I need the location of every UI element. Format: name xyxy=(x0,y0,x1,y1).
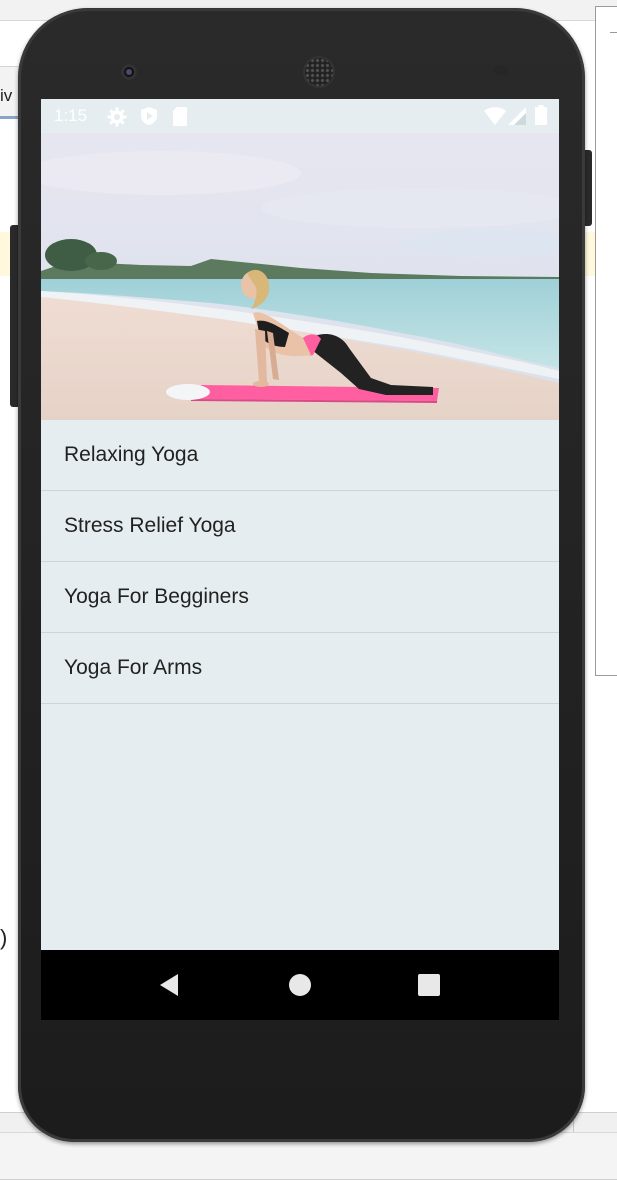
sd-card-icon xyxy=(173,107,187,126)
proximity-sensor xyxy=(494,65,508,75)
list-item-label: Stress Relief Yoga xyxy=(64,514,236,537)
wifi-icon xyxy=(484,107,506,125)
recents-icon[interactable] xyxy=(414,970,444,1000)
status-bar: 1:15 xyxy=(41,99,559,133)
ide-code-fragment: ) xyxy=(0,925,8,950)
battery-icon xyxy=(535,105,547,125)
device-screen: 1:15 Relaxing Yoga Stress Relief Yoga Yo… xyxy=(41,99,559,1020)
list-item-yoga-for-beginners[interactable]: Yoga For Begginers xyxy=(41,562,559,633)
ide-side-panel xyxy=(595,6,617,676)
status-time: 1:15 xyxy=(54,106,88,125)
list-item-stress-relief-yoga[interactable]: Stress Relief Yoga xyxy=(41,491,559,562)
workout-list: Relaxing Yoga Stress Relief Yoga Yoga Fo… xyxy=(41,420,559,704)
list-item-yoga-for-arms[interactable]: Yoga For Arms xyxy=(41,633,559,704)
cellular-icon xyxy=(508,107,526,125)
power-button[interactable] xyxy=(584,150,592,226)
list-item-relaxing-yoga[interactable]: Relaxing Yoga xyxy=(41,420,559,491)
play-protect-icon xyxy=(141,107,157,125)
list-item-label: Relaxing Yoga xyxy=(64,443,199,466)
ide-panel-dash xyxy=(610,32,617,33)
earpiece-speaker xyxy=(305,58,333,86)
home-icon[interactable] xyxy=(285,970,315,1000)
ide-tab-label[interactable]: iv xyxy=(0,86,12,106)
front-camera xyxy=(121,64,137,80)
settings-icon xyxy=(107,107,127,127)
list-item-label: Yoga For Begginers xyxy=(64,585,249,608)
navigation-bar xyxy=(41,950,559,1020)
hero-image xyxy=(41,133,559,420)
list-item-label: Yoga For Arms xyxy=(64,656,203,679)
back-icon[interactable] xyxy=(154,970,184,1000)
